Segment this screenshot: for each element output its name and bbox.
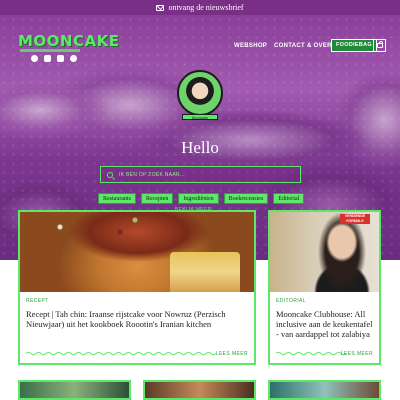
search-icon (107, 171, 113, 178)
newsletter-bar[interactable]: ontvang de nieuwsbrief (0, 0, 400, 15)
search-input[interactable] (119, 171, 289, 178)
article-card-preview[interactable] (143, 380, 256, 400)
facebook-icon[interactable] (31, 55, 38, 62)
chip-recepten[interactable]: Recepten (141, 193, 174, 204)
book-badge: VERDIENDE FORMULE (340, 214, 370, 224)
article-image (20, 212, 254, 292)
article-card-preview[interactable] (268, 380, 381, 400)
nav-webshop[interactable]: WEBSHOP (234, 39, 267, 53)
envelope-icon (156, 4, 165, 11)
more-categories-link[interactable]: BEKIJK MEER (175, 207, 211, 213)
cake-slice-shape (170, 252, 240, 292)
read-more-link[interactable]: LEES MEER (216, 351, 248, 357)
youtube-icon[interactable] (57, 55, 64, 62)
wave-divider (276, 351, 346, 356)
article-title[interactable]: Mooncake Clubhouse: All inclusive aan de… (276, 309, 376, 339)
hero-greeting: Hello (181, 138, 219, 157)
instagram-icon[interactable] (44, 55, 51, 62)
article-card[interactable]: RECEPT Recept | Tah chin: Iraanse rijstc… (18, 210, 256, 365)
article-title[interactable]: Recept | Tah chin: Iraanse rijstcake voo… (26, 309, 241, 329)
chip-boekrecensies[interactable]: Boekrecensies (223, 193, 269, 204)
mascot-avatar (177, 70, 223, 116)
shopping-bag-icon (376, 41, 383, 48)
foodiebag-button[interactable]: FOODIEBAG (331, 39, 378, 52)
article-card-preview[interactable] (18, 380, 131, 400)
category-chips: Restaurants Recepten Ingrediënten Boekre… (98, 193, 308, 204)
article-category[interactable]: RECEPT (26, 298, 49, 304)
article-image: VERDIENDE FORMULE (270, 212, 379, 292)
spotify-icon[interactable] (70, 55, 77, 62)
chip-restaurants[interactable]: Restaurants (98, 193, 136, 204)
newsletter-link[interactable]: ontvang de nieuwsbrief (168, 3, 243, 12)
avatar-caption: Mooncake (182, 114, 218, 120)
cart-button[interactable] (373, 39, 386, 52)
chip-ingredienten[interactable]: Ingrediënten (178, 193, 219, 204)
article-category[interactable]: EDITORIAL (276, 298, 306, 304)
social-links (31, 55, 77, 62)
chip-editorial[interactable]: Editorial (273, 193, 305, 204)
search-bar[interactable] (100, 166, 301, 183)
main-nav: WEBSHOP CONTACT & OVER FOODIEBAG (0, 39, 400, 53)
nav-contact[interactable]: CONTACT & OVER (274, 39, 332, 53)
article-card[interactable]: VERDIENDE FORMULE EDITORIAL Mooncake Clu… (268, 210, 381, 365)
read-more-link[interactable]: LEES MEER (341, 351, 373, 357)
wave-divider (26, 351, 216, 356)
